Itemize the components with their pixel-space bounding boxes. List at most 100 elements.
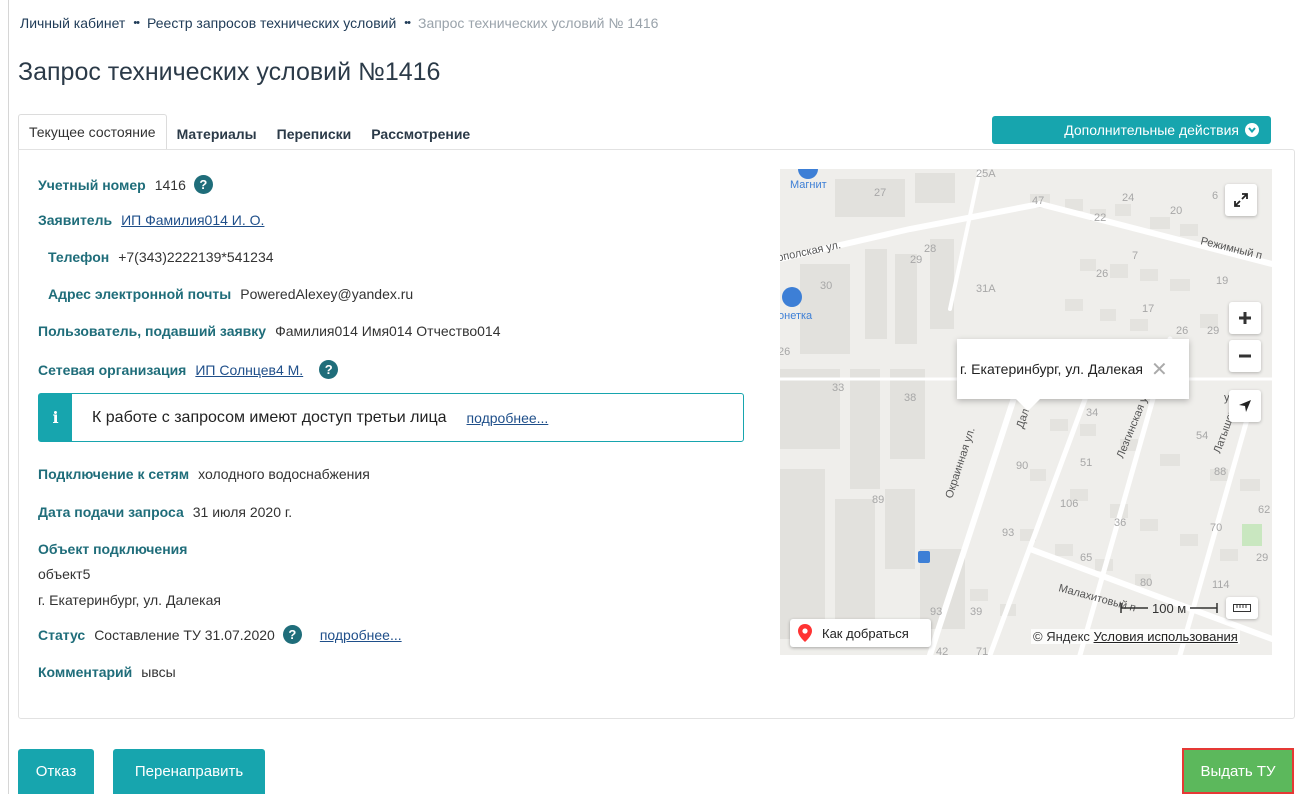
map-copyright: © Яндекс Условия использования xyxy=(1031,629,1240,644)
map-balloon: г. Екатеринбург, ул. Далекая ✕ xyxy=(957,339,1189,399)
redirect-button[interactable]: Перенаправить xyxy=(113,749,265,794)
additional-actions-button[interactable]: Дополнительные действия xyxy=(992,116,1271,144)
map[interactable]: 25А 27 47 24 20 22 6 29 28 7 26 19 30 31А 17 26 29 26 38 33… xyxy=(780,169,1272,655)
status-value: Составление ТУ 31.07.2020 xyxy=(94,626,275,643)
email-label: Адрес электронной почты xyxy=(48,286,232,302)
tab-materials[interactable]: Материалы xyxy=(167,117,267,150)
help-icon[interactable]: ? xyxy=(282,625,302,644)
reject-button[interactable]: Отказ xyxy=(18,749,94,794)
map-poi-magnit: Магнит xyxy=(790,179,827,191)
tab-review[interactable]: Рассмотрение xyxy=(361,117,480,150)
map-poi-anetka: онетка xyxy=(780,310,813,322)
notice-more-link[interactable]: подробнее... xyxy=(467,410,549,426)
date-row: Дата подачи запроса 31 июля 2020 г. xyxy=(38,504,292,520)
account-number-row: Учетный номер 1416 ? xyxy=(38,175,213,194)
map-scale: 100 м xyxy=(1120,597,1259,619)
map-house-number: 26 xyxy=(1096,268,1108,280)
location-arrow-icon xyxy=(1239,400,1251,412)
balloon-tail-icon xyxy=(1015,398,1041,411)
issue-tu-button[interactable]: Выдать ТУ xyxy=(1182,748,1294,794)
map-house-number: 36 xyxy=(1114,517,1126,529)
network-org-label: Сетевая организация xyxy=(38,361,187,378)
map-house-number: 20 xyxy=(1170,205,1182,217)
comment-label: Комментарий xyxy=(38,664,133,680)
ruler-button[interactable] xyxy=(1226,597,1259,619)
map-house-number: 65 xyxy=(1080,552,1092,564)
map-house-number: 54 xyxy=(1196,430,1208,442)
map-house-number: 106 xyxy=(1060,498,1078,510)
zoom-out-button[interactable] xyxy=(1229,340,1261,372)
map-canvas: 25А2747 242022629287261930 31А1726 29263833… xyxy=(780,169,1272,655)
zoom-in-button[interactable] xyxy=(1229,302,1261,334)
map-house-number: 26 xyxy=(780,346,790,358)
map-house-number: 30 xyxy=(820,280,832,292)
applicant-row: Заявитель ИП Фамилия014 И. О. xyxy=(38,212,264,228)
geolocation-button[interactable] xyxy=(1229,390,1261,422)
tab-current-state[interactable]: Текущее состояние xyxy=(18,114,167,150)
connection-label: Подключение к сетям xyxy=(38,466,190,482)
map-house-number: 62 xyxy=(1258,504,1270,516)
route-button[interactable]: Как добраться xyxy=(790,619,931,647)
map-house-number: 29 xyxy=(910,254,922,266)
breadcrumb-registry[interactable]: Реестр запросов технических условий xyxy=(147,15,396,31)
breadcrumb: Личный кабинет •• Реестр запросов технич… xyxy=(20,15,658,31)
info-icon: i xyxy=(39,394,72,441)
submitter-label: Пользователь, подавший заявку xyxy=(38,323,267,339)
expand-icon xyxy=(1234,193,1248,207)
email-row: Адрес электронной почты PoweredAlexey@ya… xyxy=(48,286,413,302)
status-more-link[interactable]: подробнее... xyxy=(320,627,402,643)
network-org-link[interactable]: ИП Солнцев4 М. xyxy=(195,362,303,378)
breadcrumb-current: Запрос технических условий № 1416 xyxy=(417,15,659,31)
map-house-number: 27 xyxy=(874,187,886,199)
connection-row: Подключение к сетям холодного водоснабже… xyxy=(38,466,370,482)
email-value: PoweredAlexey@yandex.ru xyxy=(240,286,414,302)
map-house-number: 26 xyxy=(1176,325,1188,337)
terms-link[interactable]: Условия использования xyxy=(1094,629,1238,644)
map-house-number: 6 xyxy=(1212,190,1218,202)
additional-actions-label: Дополнительные действия xyxy=(1064,122,1239,138)
map-house-number: 39 xyxy=(970,606,982,618)
map-house-number: 25А xyxy=(976,169,996,180)
scale-bar-left-icon xyxy=(1120,603,1148,613)
tab-correspondence[interactable]: Переписки xyxy=(267,117,362,150)
submitter-value: Фамилия014 Имя014 Отчество014 xyxy=(275,323,501,339)
account-number-value: 1416 xyxy=(154,176,186,193)
page-title: Запрос технических условий №1416 xyxy=(18,58,441,86)
connection-value: холодного водоснабжения xyxy=(198,466,370,482)
map-house-number: 19 xyxy=(1216,275,1228,287)
chevron-down-icon xyxy=(1245,123,1259,137)
object-label: Объект подключения xyxy=(38,541,188,557)
yandex-copyright: © Яндекс xyxy=(1033,629,1090,644)
notice-text: К работе с запросом имеют доступ третьи … xyxy=(92,408,447,426)
help-icon[interactable]: ? xyxy=(319,360,339,379)
help-icon[interactable]: ? xyxy=(193,175,213,194)
map-house-number: 24 xyxy=(1122,192,1134,204)
object-address: г. Екатеринбург, ул. Далекая xyxy=(38,592,221,608)
object-row: Объект подключения xyxy=(38,541,196,557)
plus-icon xyxy=(1239,312,1251,324)
breadcrumb-separator: •• xyxy=(133,17,140,29)
breadcrumb-separator: •• xyxy=(404,17,411,29)
map-house-number: 114 xyxy=(1212,579,1230,591)
breadcrumb-cabinet[interactable]: Личный кабинет xyxy=(20,15,125,31)
map-house-number: 93 xyxy=(1002,527,1014,539)
map-balloon-text: г. Екатеринбург, ул. Далекая xyxy=(960,361,1143,377)
comment-row: Комментарий ывсы xyxy=(38,664,176,680)
map-house-number: 29 xyxy=(1207,325,1219,337)
scale-bar-right-icon xyxy=(1190,603,1218,613)
applicant-link[interactable]: ИП Фамилия014 И. О. xyxy=(121,212,264,228)
map-house-number: 29 xyxy=(1256,552,1268,564)
minus-icon xyxy=(1239,354,1251,358)
date-label: Дата подачи запроса xyxy=(38,504,184,520)
scale-label: 100 м xyxy=(1152,600,1187,616)
map-pin-icon xyxy=(798,624,812,642)
fullscreen-button[interactable] xyxy=(1225,184,1257,216)
map-house-number: 42 xyxy=(936,646,948,655)
map-house-number: 38 xyxy=(904,392,916,404)
tab-bar: Текущее состояние Материалы Переписки Ра… xyxy=(18,114,480,150)
route-label: Как добраться xyxy=(822,625,909,641)
close-icon[interactable]: ✕ xyxy=(1151,357,1168,382)
phone-value: +7(343)2222139*541234 xyxy=(118,249,274,265)
comment-value: ывсы xyxy=(141,664,176,680)
map-house-number: 47 xyxy=(1032,195,1044,207)
